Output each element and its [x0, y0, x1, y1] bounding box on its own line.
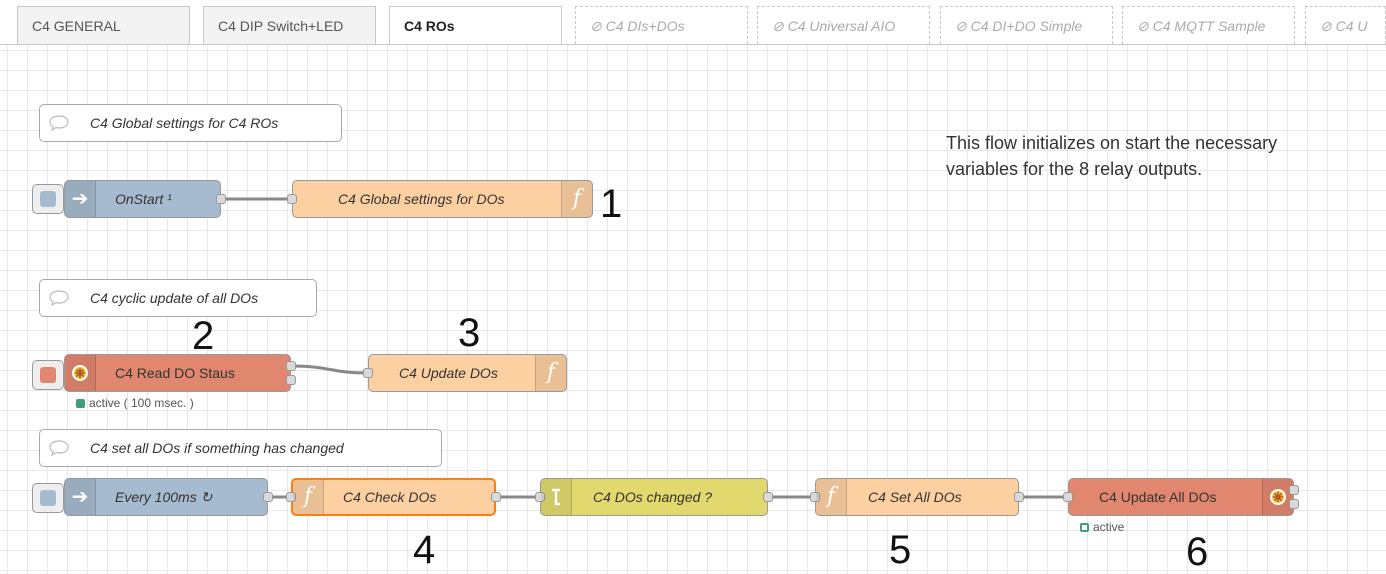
comment-icon	[49, 290, 69, 306]
comment-node-cyclic-update[interactable]: C4 cyclic update of all DOs	[39, 279, 317, 317]
output-port-2[interactable]	[286, 375, 296, 385]
node-status: active	[1080, 520, 1124, 534]
inject-trigger-swatch	[40, 191, 56, 207]
output-port-1[interactable]	[1289, 485, 1299, 495]
function-icon: f	[535, 355, 566, 391]
node-label: C4 Check DOs	[343, 489, 437, 505]
note-line-1: This flow initializes on start the neces…	[946, 133, 1278, 153]
output-port[interactable]	[263, 492, 273, 502]
output-port[interactable]	[216, 194, 226, 204]
input-port[interactable]	[1063, 492, 1073, 502]
comment-label: C4 set all DOs if something has changed	[90, 440, 344, 456]
inject-trigger-swatch	[40, 490, 56, 506]
function-node-global-settings[interactable]: C4 Global settings for DOs f	[287, 180, 593, 218]
annotation-number-6: 6	[1186, 530, 1209, 574]
modbus-trigger-button[interactable]	[32, 360, 64, 390]
comment-node-set-all-dos[interactable]: C4 set all DOs if something has changed	[39, 429, 442, 467]
function-node-check-dos[interactable]: f C4 Check DOs	[286, 478, 501, 516]
flow-description-note: This flow initializes on start the neces…	[946, 130, 1277, 182]
node-label: C4 Read DO Staus	[115, 365, 235, 381]
switch-icon	[541, 479, 572, 515]
annotation-number-3: 3	[458, 311, 481, 355]
annotation-number-5: 5	[889, 528, 912, 572]
gear-icon	[1262, 479, 1293, 515]
modbus-read-node[interactable]: C4 Read DO Staus	[64, 354, 296, 392]
switch-node-dos-changed[interactable]: C4 DOs changed ?	[535, 478, 773, 516]
function-icon: f	[816, 479, 847, 515]
inject-node-onstart[interactable]: ➔ OnStart ¹	[64, 180, 226, 218]
annotation-number-1: 1	[600, 182, 623, 226]
comment-label: C4 cyclic update of all DOs	[90, 290, 259, 306]
inject-trigger-button[interactable]	[32, 184, 64, 214]
node-label: OnStart ¹	[115, 191, 172, 207]
inject-node-every-100ms[interactable]: ➔ Every 100ms ↻	[64, 478, 273, 516]
function-icon: f	[561, 181, 592, 217]
node-label: C4 Global settings for DOs	[338, 191, 505, 207]
status-text: active ( 100 msec. )	[89, 396, 194, 410]
comment-node-global-settings[interactable]: C4 Global settings for C4 ROs	[39, 104, 342, 142]
function-node-update-dos[interactable]: C4 Update DOs f	[363, 354, 567, 392]
output-port-1[interactable]	[286, 361, 296, 371]
inject-trigger-button[interactable]	[32, 483, 64, 513]
output-port[interactable]	[491, 492, 501, 502]
node-label: C4 Set All DOs	[868, 489, 962, 505]
annotation-number-2: 2	[192, 314, 215, 358]
input-port[interactable]	[287, 194, 297, 204]
output-port-2[interactable]	[1289, 499, 1299, 509]
note-line-2: variables for the 8 relay outputs.	[946, 159, 1203, 179]
node-label: C4 Update DOs	[399, 365, 498, 381]
input-port[interactable]	[363, 368, 373, 378]
annotation-number-4: 4	[413, 528, 436, 572]
output-port[interactable]	[1014, 492, 1024, 502]
arrow-right-icon: ➔	[65, 479, 96, 515]
node-label: C4 DOs changed ?	[593, 489, 713, 505]
wire-read-update	[291, 364, 369, 375]
comment-label: C4 Global settings for C4 ROs	[90, 115, 279, 131]
status-ring-icon	[1080, 523, 1089, 532]
function-icon: f	[293, 480, 324, 514]
output-port[interactable]	[763, 492, 773, 502]
gear-icon	[65, 355, 96, 391]
node-status: active ( 100 msec. )	[76, 396, 194, 410]
comment-icon	[49, 115, 69, 131]
modbus-trigger-swatch	[40, 367, 56, 383]
comment-icon	[49, 440, 69, 456]
status-dot-icon	[76, 399, 85, 408]
node-label: C4 Update All DOs	[1099, 489, 1217, 505]
function-node-set-all-dos[interactable]: f C4 Set All DOs	[810, 478, 1024, 516]
status-text: active	[1093, 520, 1125, 534]
arrow-right-icon: ➔	[65, 181, 96, 217]
modbus-write-node[interactable]: C4 Update All DOs	[1063, 478, 1299, 516]
node-label: Every 100ms ↻	[115, 489, 213, 505]
